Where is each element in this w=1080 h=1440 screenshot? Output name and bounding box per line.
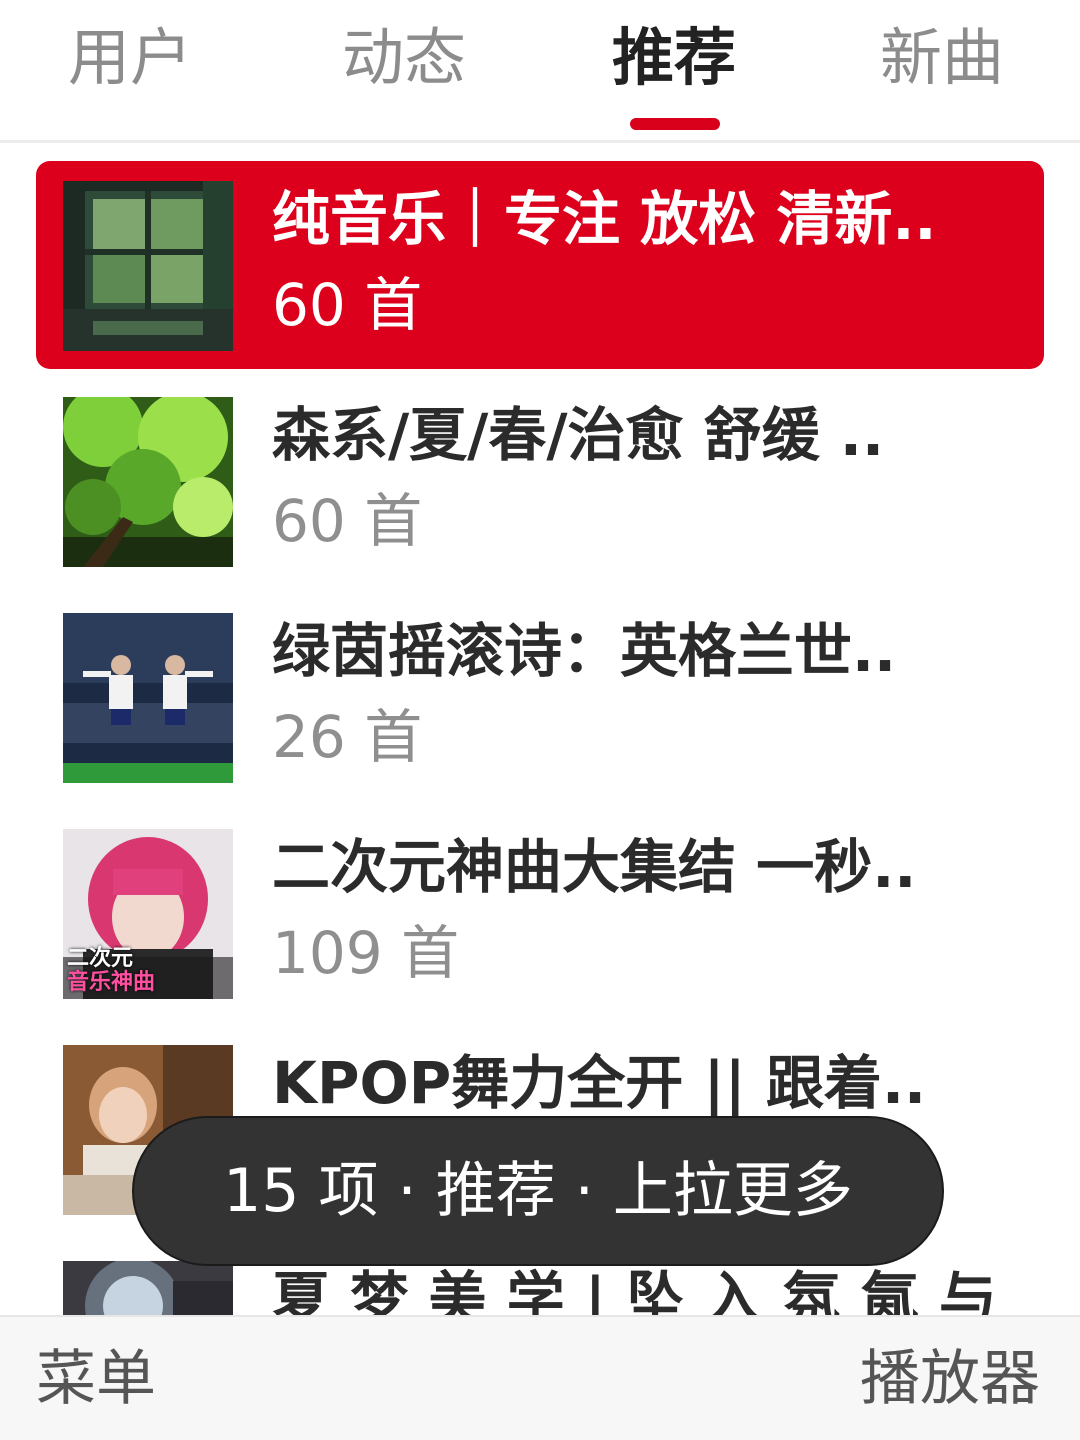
list-position-toast: 15 项 · 推荐 · 上拉更多 xyxy=(134,1118,942,1264)
playlist-title: 森系/夏/春/治愈 舒缓 .. xyxy=(272,401,885,469)
tab-recommended[interactable]: 推荐 xyxy=(564,18,784,98)
tab-bar: 用户 动态 推荐 新曲 xyxy=(0,0,1080,143)
anime-pink-hair-cover: 二次元 音乐神曲 xyxy=(63,829,233,999)
tab-activity[interactable]: 动态 xyxy=(294,18,514,98)
playlist-title: 夏 梦 美 学 | 坠 入 氛 氤 与 .. xyxy=(272,1265,1022,1315)
football-players-cover xyxy=(63,613,233,783)
playlist-title: 二次元神曲大集结 一秒.. xyxy=(272,833,917,901)
playlist-track-count: 109 首 xyxy=(272,919,460,987)
menu-softkey[interactable]: 菜单 xyxy=(36,1339,156,1419)
playlist-item[interactable]: 绿茵摇滚诗：英格兰世.. 26 首 xyxy=(36,593,1044,801)
playlist-track-count: 60 首 xyxy=(272,487,423,555)
player-softkey[interactable]: 播放器 xyxy=(860,1339,1040,1419)
app-screen: 用户 动态 推荐 新曲 纯音乐｜专注 放松 清新.. 60 首 森系/夏/春/治… xyxy=(0,0,1080,1440)
playlist-item[interactable]: 二次元 音乐神曲 二次元神曲大集结 一秒.. 109 首 xyxy=(36,809,1044,1017)
playlist-track-count: 60 首 xyxy=(272,271,423,339)
softkey-bar: 菜单 播放器 xyxy=(0,1315,1080,1440)
playlist-track-count: 26 首 xyxy=(272,703,423,771)
window-rain-cover xyxy=(63,181,233,351)
tab-new-songs[interactable]: 新曲 xyxy=(832,18,1052,98)
playlist-title: KPOP舞力全开 || 跟着.. xyxy=(272,1049,927,1117)
playlist-item[interactable]: 森系/夏/春/治愈 舒缓 .. 60 首 xyxy=(36,377,1044,585)
cover-caption: 二次元 音乐神曲 xyxy=(67,946,156,995)
playlist-title: 纯音乐｜专注 放松 清新.. xyxy=(272,185,937,253)
summer-light-cover xyxy=(63,1261,233,1315)
playlist-title: 绿茵摇滚诗：英格兰世.. xyxy=(272,617,897,685)
tab-users[interactable]: 用户 xyxy=(20,18,240,98)
green-leaves-cover xyxy=(63,397,233,567)
active-tab-indicator xyxy=(630,118,720,130)
playlist-item[interactable]: 纯音乐｜专注 放松 清新.. 60 首 xyxy=(36,161,1044,369)
